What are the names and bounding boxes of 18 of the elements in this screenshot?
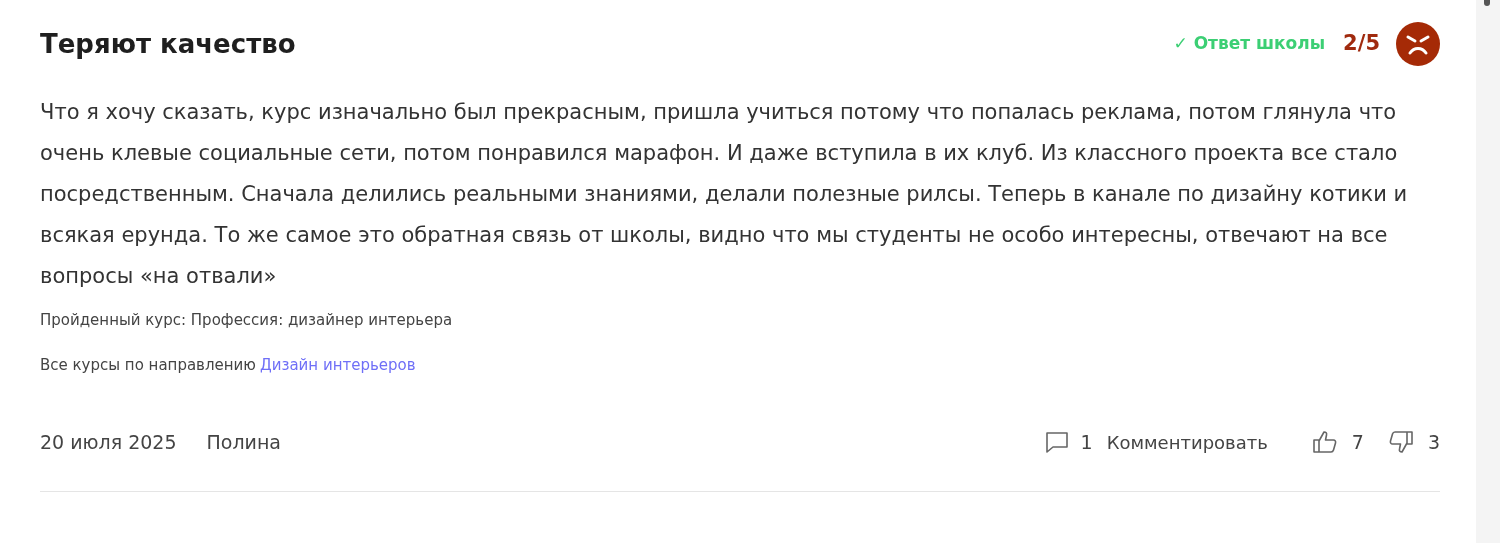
dislike-count: 3 — [1427, 430, 1440, 455]
scrollbar-thumb[interactable] — [1484, 0, 1490, 6]
review-date: 20 июля 2025 — [40, 430, 177, 455]
comment-count: 1 — [1080, 430, 1093, 455]
thumbs-down-icon[interactable] — [1387, 430, 1414, 455]
direction-link[interactable]: Дизайн интерьеров — [259, 353, 416, 376]
review-title: Теряют качество — [40, 27, 296, 61]
review-text: Что я хочу сказать, курс изначально был прекрасным, пришла учиться потому что попалась реклама, потом глянула что очень клевые социальные сети, потом понравился марафон. И даже вступила в их клуб. Из классного проекта все стало посредственным. Сначала делились реальными знаниями, делали полезные рилсы. Теперь в канале по дизайну котики и всякая ерунда. То же самое это обратная связь от школы, видно что мы студенты не особо интересны, отвечают на все вопросы «на отвали» — [40, 99, 1409, 290]
angry-face-icon — [1396, 22, 1440, 66]
thumbs-up-icon[interactable] — [1311, 430, 1338, 455]
like-count: 7 — [1351, 430, 1364, 455]
rating: 2/5 — [1343, 30, 1380, 58]
direction-label: Все курсы по направлению — [40, 354, 256, 376]
course-label: Пройденный курс: Профессия: дизайнер интерьера — [40, 310, 454, 331]
school-answer-label: ✓ Ответ школы — [1173, 32, 1326, 56]
author-name: Полина — [206, 430, 281, 455]
comment-button[interactable]: Комментировать — [1106, 428, 1268, 456]
comment-icon[interactable] — [1044, 431, 1069, 454]
